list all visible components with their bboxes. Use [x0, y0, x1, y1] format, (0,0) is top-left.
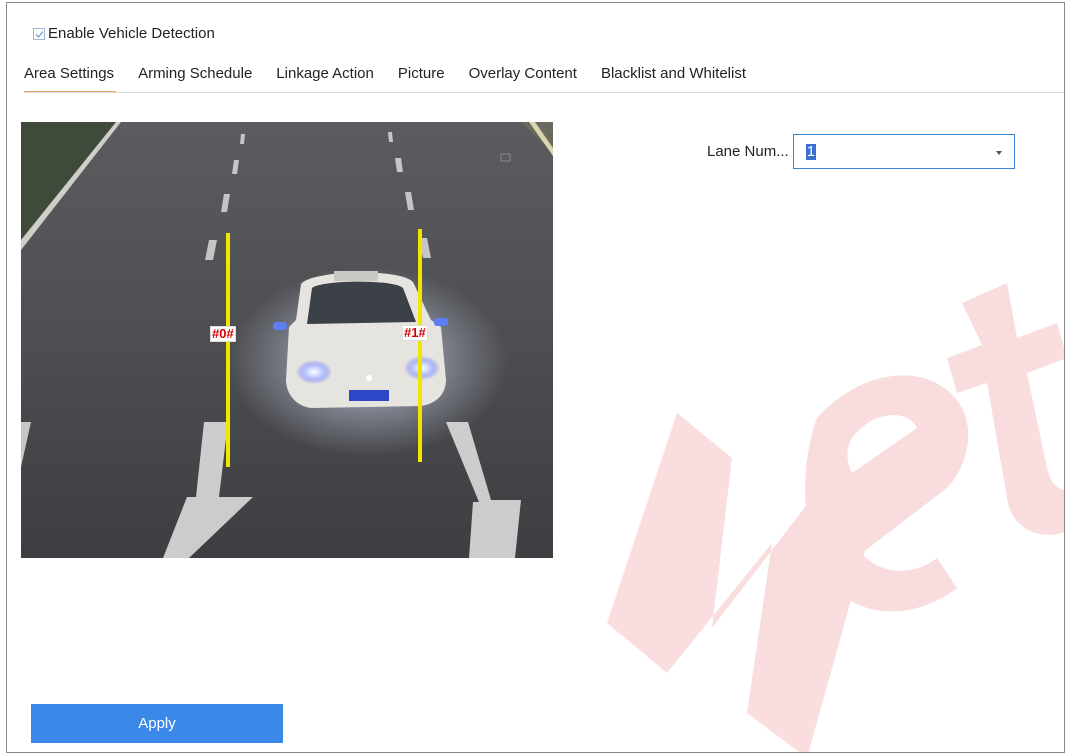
tab-bar: Area Settings Arming Schedule Linkage Ac… [24, 65, 770, 93]
tab-arming-schedule[interactable]: Arming Schedule [138, 65, 252, 93]
lane-label-1: #1# [402, 325, 428, 341]
tab-linkage-action[interactable]: Linkage Action [276, 65, 374, 93]
lane-label-0: #0# [210, 326, 236, 342]
enable-vehicle-detection[interactable]: Enable Vehicle Detection [33, 25, 215, 42]
enable-checkbox[interactable] [33, 27, 45, 40]
lane-number-select[interactable]: 1 [792, 134, 1015, 169]
lane-number-value: 1 [805, 142, 817, 160]
apply-button[interactable]: Apply [31, 704, 283, 743]
tab-area-settings[interactable]: Area Settings [24, 65, 117, 93]
lane-number-label: Lane Num... [707, 143, 789, 160]
watermark-logo [607, 283, 1064, 752]
checkmark-icon [35, 30, 44, 38]
lane-number-field: Lane Num... 1 [707, 134, 1015, 169]
road-scene-image [21, 122, 553, 558]
tab-picture[interactable]: Picture [398, 65, 445, 93]
tab-divider [24, 92, 1064, 93]
video-preview[interactable]: #0# #1# [21, 122, 553, 558]
tab-blacklist-whitelist[interactable]: Blacklist and Whitelist [601, 65, 746, 93]
tab-overlay-content[interactable]: Overlay Content [469, 65, 577, 93]
enable-label: Enable Vehicle Detection [48, 25, 215, 42]
chevron-down-icon[interactable] [995, 151, 1002, 155]
settings-panel: Enable Vehicle Detection Area Settings A… [6, 2, 1065, 753]
